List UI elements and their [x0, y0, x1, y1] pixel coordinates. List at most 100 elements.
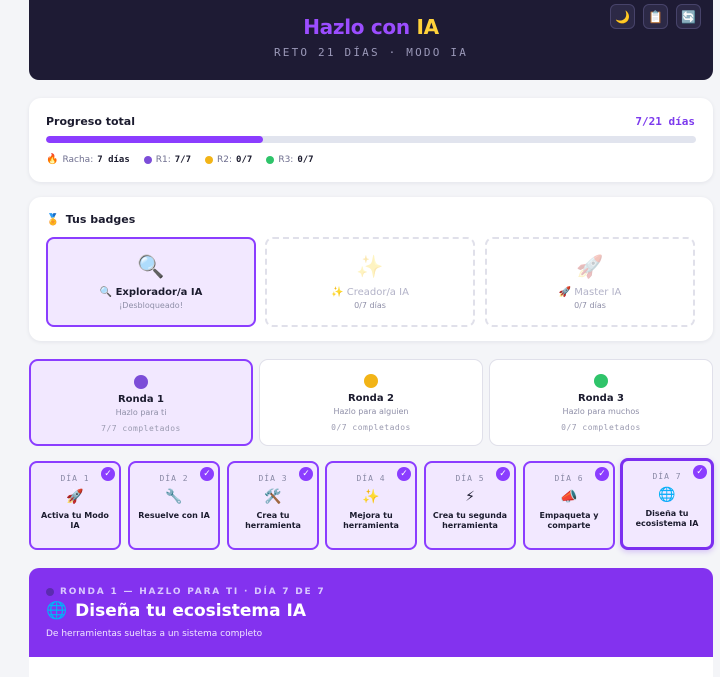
title-highlight: IA — [416, 15, 439, 39]
rocket-icon: 🚀 — [576, 255, 604, 280]
day-card-5[interactable]: ✓ DÍA 5 ⚡ Crea tu segunda herramienta — [424, 461, 516, 550]
round-completed: 0/7 completados — [561, 423, 641, 432]
round-3-dot-icon — [594, 374, 608, 388]
round-subtitle: Hazlo para ti — [115, 408, 167, 417]
sparkles-icon: ✨ — [362, 489, 380, 505]
clipboard-icon: 📋 — [648, 9, 663, 24]
round-dot-icon — [46, 588, 54, 596]
progress-label: Progreso total — [46, 115, 136, 128]
round-subtitle: Hazlo para alguien — [333, 407, 409, 416]
streak-value: 7 días — [97, 154, 130, 165]
progress-bar — [46, 136, 696, 143]
day-card-3[interactable]: ✓ DÍA 3 🛠️ Crea tu herramienta — [227, 461, 319, 550]
day-label: Resuelve con IA — [138, 511, 210, 520]
day-card-1[interactable]: ✓ DÍA 1 🚀 Activa tu Modo IA — [29, 461, 121, 550]
kicker-text: RONDA 1 — HAZLO PARA TI · DÍA 7 DE 7 — [60, 587, 326, 597]
check-icon: ✓ — [101, 467, 115, 481]
r1-stat: R1: 7/7 — [143, 154, 192, 165]
progress-card: Progreso total 7/21 días 🔥 Racha: 7 días R… — [29, 98, 713, 182]
day-label: Activa tu Modo IA — [41, 511, 109, 530]
day-card-2[interactable]: ✓ DÍA 2 🔧 Resuelve con IA — [128, 461, 220, 550]
progress-bar-fill — [46, 136, 263, 143]
check-icon: ✓ — [200, 467, 214, 481]
current-day-kicker: RONDA 1 — HAZLO PARA TI · DÍA 7 DE 7 — [46, 587, 326, 597]
globe-icon: 🌐 — [46, 601, 68, 621]
round-completed: 7/7 completados — [101, 424, 181, 433]
current-day-title: 🌐 Diseña tu ecosistema IA — [46, 601, 306, 621]
title-main: Hazlo con — [303, 15, 417, 39]
flame-icon: 🔥 — [46, 154, 59, 165]
check-icon: ✓ — [595, 467, 609, 481]
badge-status: 0/7 días — [574, 301, 606, 310]
day-content-panel — [29, 657, 713, 677]
medal-icon: 🏅 — [46, 213, 60, 226]
r3-label: R3: — [278, 154, 294, 165]
check-icon: ✓ — [693, 465, 707, 479]
badge-name: ✨ Creador/a IA — [331, 287, 409, 298]
round-1-dot-icon — [134, 375, 148, 389]
badge-name: 🔍 Explorador/a IA — [99, 287, 203, 298]
title-text: Diseña tu ecosistema IA — [75, 601, 306, 621]
badge-status: ¡Desbloqueado! — [119, 301, 183, 310]
day-label: Crea tu herramienta — [245, 511, 301, 530]
current-day-subtitle: De herramientas sueltas a un sistema com… — [46, 629, 263, 639]
progress-stats: 🔥 Racha: 7 días R1: 7/7 R2: 0/7 R3: 0/7 — [46, 154, 314, 165]
day-label: Empaqueta y comparte — [539, 511, 599, 530]
megaphone-icon: 📣 — [560, 489, 578, 505]
check-icon: ✓ — [299, 467, 313, 481]
lightning-icon: ⚡ — [465, 489, 475, 505]
badge-name: 🚀 Master IA — [558, 287, 622, 298]
streak-stat: 🔥 Racha: 7 días — [46, 154, 130, 165]
r1-dot-icon — [143, 155, 152, 164]
badge-explorer: 🔍 🔍 Explorador/a IA ¡Desbloqueado! — [46, 237, 256, 327]
check-icon: ✓ — [397, 467, 411, 481]
day-card-6[interactable]: ✓ DÍA 6 📣 Empaqueta y comparte — [523, 461, 615, 550]
day-card-7[interactable]: ✓ DÍA 7 🌐 Diseña tu ecosistema IA — [620, 458, 714, 550]
round-2-dot-icon — [364, 374, 378, 388]
day-label: Crea tu segunda herramienta — [432, 511, 508, 530]
wrench-icon: 🔧 — [165, 489, 183, 505]
app-subtitle: RETO 21 DÍAS · MODO IA — [273, 46, 469, 59]
badges-title-text: Tus badges — [65, 213, 136, 226]
round-name: Ronda 1 — [117, 394, 165, 405]
dark-mode-button[interactable]: 🌙 — [610, 4, 635, 29]
day-label: Diseña tu ecosistema IA — [635, 509, 699, 528]
r3-value: 0/7 — [297, 154, 314, 165]
moon-icon: 🌙 — [615, 9, 630, 24]
progress-value: 7/21 días — [635, 115, 695, 128]
round-completed: 0/7 completados — [331, 423, 411, 432]
round-tab-1[interactable]: Ronda 1 Hazlo para ti 7/7 completados — [29, 359, 253, 446]
tools-icon: 🛠️ — [264, 489, 282, 505]
round-tab-3[interactable]: Ronda 3 Hazlo para muchos 0/7 completado… — [489, 359, 713, 446]
streak-label: Racha: — [62, 154, 94, 165]
current-day-banner: RONDA 1 — HAZLO PARA TI · DÍA 7 DE 7 🌐 Di… — [29, 568, 713, 657]
r3-stat: R3: 0/7 — [266, 154, 314, 165]
notes-button[interactable]: 📋 — [643, 4, 668, 29]
day-card-4[interactable]: ✓ DÍA 4 ✨ Mejora tu herramienta — [325, 461, 417, 550]
round-tab-2[interactable]: Ronda 2 Hazlo para alguien 0/7 completad… — [259, 359, 483, 446]
r2-stat: R2: 0/7 — [205, 155, 252, 165]
magnifier-icon: 🔍 — [137, 255, 165, 280]
r2-value: 0/7 — [236, 154, 253, 165]
check-icon: ✓ — [496, 467, 510, 481]
globe-icon: 🌐 — [658, 487, 676, 503]
rocket-icon: 🚀 — [66, 489, 84, 505]
round-subtitle: Hazlo para muchos — [562, 407, 640, 416]
app-header: Hazlo con IA RETO 21 DÍAS · MODO IA 🌙 📋 … — [29, 0, 713, 80]
r1-label: R1: — [155, 154, 171, 165]
r3-dot-icon — [266, 155, 275, 164]
r1-value: 7/7 — [174, 154, 192, 165]
round-name: Ronda 2 — [347, 393, 395, 404]
badges-title: 🏅 Tus badges — [46, 213, 135, 226]
r2-dot-icon — [205, 155, 214, 164]
round-name: Ronda 3 — [577, 393, 625, 404]
refresh-icon: 🔄 — [681, 9, 696, 24]
sparkles-icon: ✨ — [356, 255, 384, 280]
badge-master: 🚀 🚀 Master IA 0/7 días — [485, 237, 695, 327]
badge-creator: ✨ ✨ Creador/a IA 0/7 días — [265, 237, 475, 327]
reset-button[interactable]: 🔄 — [676, 4, 701, 29]
badge-status: 0/7 días — [354, 301, 386, 310]
r2-label: R2: — [217, 154, 233, 165]
badges-card: 🏅 Tus badges 🔍 🔍 Explorador/a IA ¡Desbloq… — [29, 197, 713, 341]
day-label: Mejora tu herramienta — [343, 511, 399, 530]
